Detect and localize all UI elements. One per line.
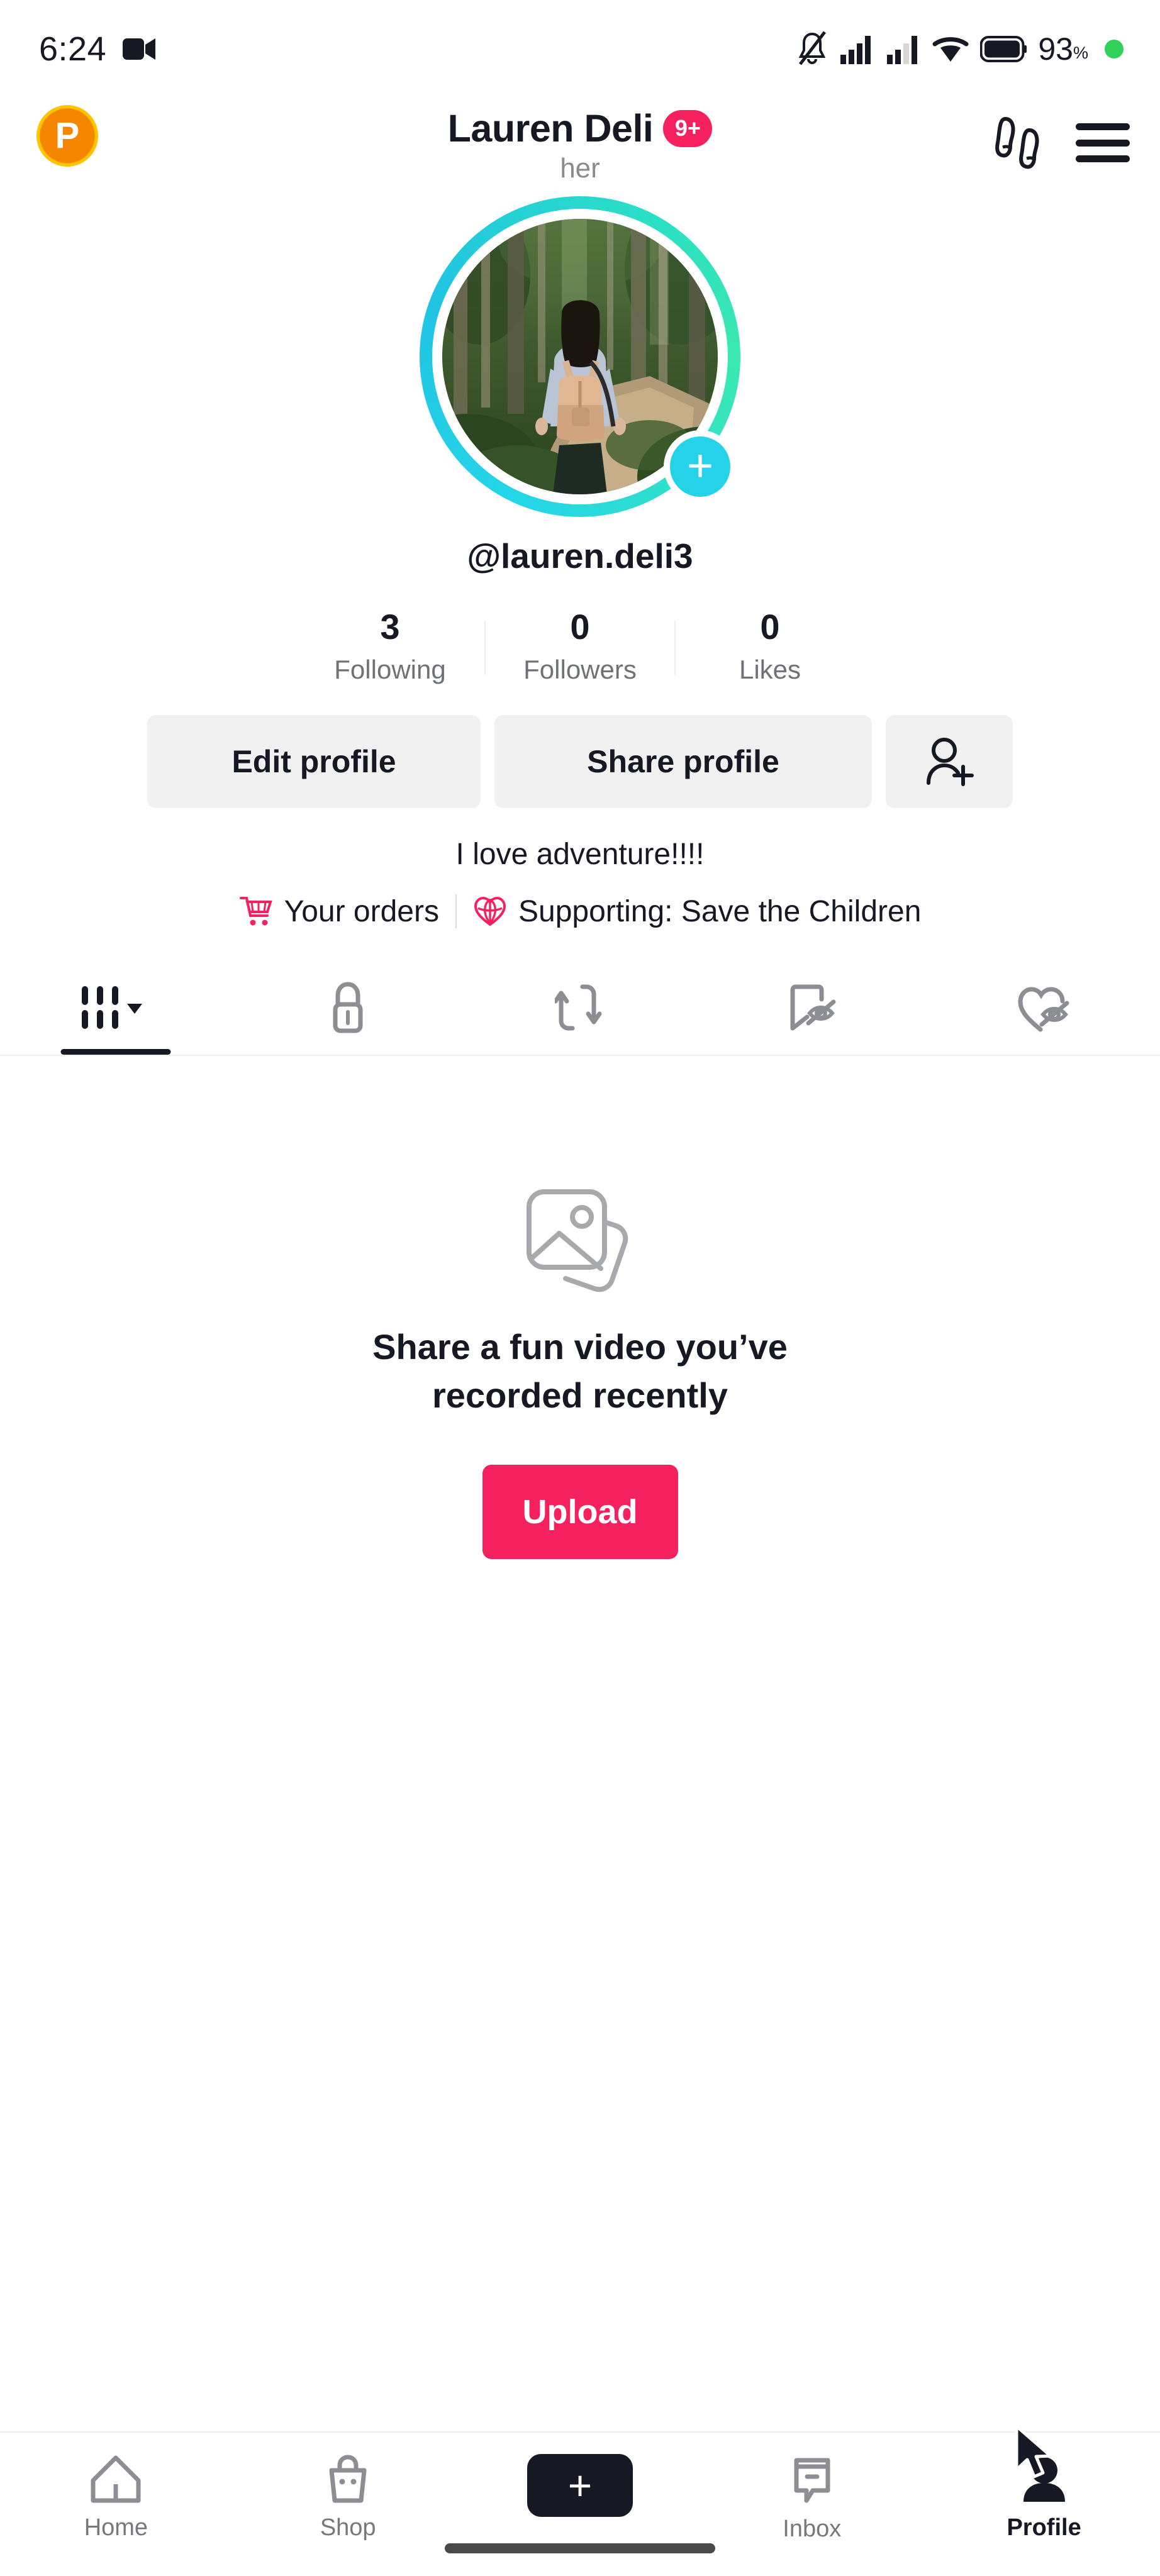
green-status-dot: [1105, 39, 1124, 58]
heart-hidden-icon: [1015, 980, 1073, 1035]
liked-tab[interactable]: [928, 960, 1160, 1055]
private-tab[interactable]: [232, 960, 464, 1055]
edit-profile-button[interactable]: Edit profile: [147, 714, 481, 808]
bell-off-icon: [796, 30, 828, 67]
inbox-message-icon: [788, 2454, 837, 2506]
stat-followers[interactable]: 0 Followers: [486, 607, 674, 685]
avatar-story-ring[interactable]: +: [420, 196, 740, 517]
header-title-block: Lauren Deli 9+ her: [0, 106, 1160, 184]
avatar-section: +: [0, 196, 1160, 517]
gesture-home-bar: [445, 2543, 715, 2553]
create-plus-icon[interactable]: +: [518, 2454, 642, 2517]
profile-actions: Edit profile Share profile: [0, 714, 1160, 808]
upload-button[interactable]: Upload: [482, 1465, 678, 1560]
add-person-icon: [925, 736, 974, 787]
nav-item-create[interactable]: +: [464, 2454, 696, 2527]
profile-handle[interactable]: @lauren.deli3: [0, 536, 1160, 576]
followers-count: 0: [570, 607, 590, 647]
battery-icon: [980, 35, 1027, 63]
profile-header: P Lauren Deli 9+ her: [0, 97, 1160, 184]
nav-label-profile: Profile: [1007, 2514, 1081, 2541]
rewards-coin-icon[interactable]: P: [36, 105, 98, 167]
nav-item-home[interactable]: Home: [0, 2454, 232, 2541]
clock: 6:24: [39, 30, 107, 68]
likes-label: Likes: [739, 654, 801, 684]
your-orders-label: Your orders: [284, 894, 439, 928]
following-label: Following: [334, 654, 446, 684]
supporting-link[interactable]: Supporting: Save the Children: [473, 894, 921, 929]
grid-icon: [78, 982, 153, 1033]
wifi-icon: [932, 34, 969, 64]
supporting-label: Supporting: Save the Children: [518, 894, 922, 928]
notification-badge[interactable]: 9+: [663, 109, 713, 147]
shopping-cart-icon: [239, 894, 273, 928]
plus-icon[interactable]: +: [664, 430, 737, 503]
status-bar-left: 6:24: [39, 30, 157, 69]
charity-heart-icon: [473, 894, 507, 928]
links-divider: [455, 894, 457, 929]
signal-bars-icon-2: [886, 34, 921, 64]
nav-item-inbox[interactable]: Inbox: [696, 2454, 928, 2543]
followers-label: Followers: [523, 654, 637, 684]
bookmark-hidden-icon: [786, 980, 839, 1035]
nav-label-inbox: Inbox: [783, 2516, 842, 2542]
status-bar-right: 93%: [796, 30, 1124, 67]
share-profile-button[interactable]: Share profile: [494, 714, 872, 808]
nav-label-home: Home: [84, 2514, 148, 2541]
reposts-tab[interactable]: [464, 960, 696, 1055]
footprints-icon[interactable]: [991, 114, 1046, 172]
active-tab-indicator: [60, 1048, 171, 1055]
your-orders-link[interactable]: Your orders: [239, 894, 439, 929]
repost-arrows-icon: [554, 980, 605, 1035]
page-title: Lauren Deli: [447, 107, 654, 150]
profile-bio: I love adventure!!!!: [455, 837, 705, 871]
nav-label-shop: Shop: [320, 2514, 376, 2541]
home-icon: [89, 2454, 142, 2504]
person-icon: [1020, 2454, 1069, 2504]
plus-glyph: +: [567, 2462, 593, 2509]
nav-item-profile[interactable]: Profile: [928, 2454, 1160, 2541]
empty-state: Share a fun video you’ve recorded recent…: [0, 1056, 1160, 2431]
add-person-button[interactable]: [886, 714, 1013, 808]
pronoun-label: her: [560, 153, 600, 184]
signal-bars-icon-1: [839, 34, 874, 64]
hamburger-menu-icon[interactable]: [1076, 123, 1130, 162]
profile-links: Your orders Supporting: Save the Childre…: [0, 894, 1160, 929]
header-actions: [991, 114, 1130, 172]
stat-likes[interactable]: 0 Likes: [676, 607, 864, 685]
bottom-navigation: Home Shop + Inbox Profile: [0, 2431, 1160, 2576]
likes-count: 0: [760, 607, 780, 647]
videos-tab[interactable]: [0, 960, 232, 1055]
nav-item-shop[interactable]: Shop: [232, 2454, 464, 2541]
lock-icon: [326, 980, 370, 1035]
saved-tab[interactable]: [696, 960, 928, 1055]
status-bar: 6:24 93%: [0, 0, 1160, 97]
following-count: 3: [380, 607, 400, 647]
shopping-bag-icon: [323, 2454, 373, 2504]
empty-state-line2: recorded recently: [432, 1375, 728, 1416]
stacked-photos-icon: [520, 1180, 640, 1294]
video-camera-icon: [123, 36, 157, 62]
empty-state-text: Share a fun video you’ve recorded recent…: [372, 1323, 788, 1420]
battery-percentage: 93%: [1038, 31, 1088, 67]
empty-state-line1: Share a fun video you’ve: [372, 1326, 788, 1367]
tiktok-profile-screen: 6:24 93% P Lauren Deli 9+ her + @lauren.…: [0, 0, 1160, 2576]
stat-following[interactable]: 3 Following: [296, 607, 484, 685]
profile-tabs: [0, 960, 1160, 1056]
profile-stats: 3 Following 0 Followers 0 Likes: [0, 607, 1160, 685]
